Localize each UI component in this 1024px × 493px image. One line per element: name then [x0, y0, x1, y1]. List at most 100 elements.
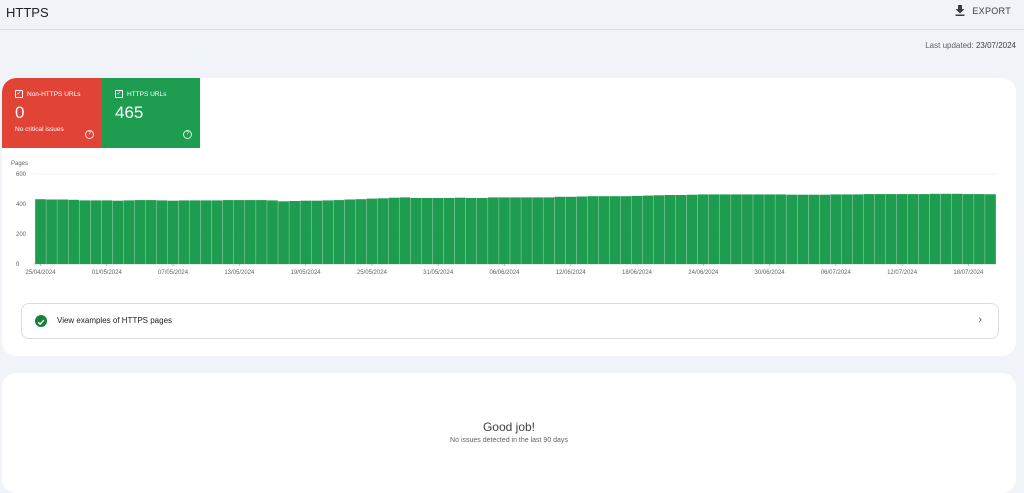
non-https-urls-label-row: ✓ Non-HTTPS URLs — [15, 90, 80, 98]
bar — [874, 194, 886, 264]
bar — [432, 198, 444, 264]
bar — [808, 194, 820, 264]
bar — [454, 197, 466, 264]
bar — [896, 194, 908, 264]
checkbox-checked-icon[interactable]: ✓ — [115, 90, 123, 98]
x-tick-label: 25/05/2024 — [357, 270, 388, 276]
bar — [355, 199, 367, 264]
bar — [366, 198, 378, 264]
x-tick-label: 30/06/2024 — [755, 270, 786, 276]
checkbox-checked-icon[interactable]: ✓ — [15, 90, 23, 98]
bar — [488, 197, 499, 264]
bar — [112, 200, 124, 264]
bar — [598, 196, 610, 264]
bar — [521, 197, 532, 264]
bar — [565, 196, 577, 264]
bar — [609, 196, 621, 264]
check-circle-icon — [35, 315, 47, 327]
bar — [245, 200, 256, 264]
y-tick-label: 400 — [16, 202, 27, 208]
x-tick-label: 12/06/2024 — [556, 270, 587, 276]
bar — [68, 199, 80, 264]
bar — [410, 198, 422, 264]
bar — [797, 194, 809, 264]
bar — [708, 194, 720, 264]
bar — [753, 194, 764, 264]
https-urls-label: HTTPS URLs — [127, 90, 167, 98]
top-bar: HTTPS EXPORT — [0, 0, 1024, 30]
bar — [465, 198, 477, 264]
x-tick-label: 18/06/2024 — [622, 270, 653, 276]
bar — [145, 200, 157, 264]
bar — [951, 193, 963, 264]
bar — [543, 197, 555, 264]
x-tick-label: 06/06/2024 — [489, 270, 520, 276]
bar — [200, 200, 212, 264]
non-https-urls-count: 0 — [15, 103, 25, 122]
non-https-urls-tile[interactable]: ✓ Non-HTTPS URLs 0 No critical issues ? — [2, 78, 102, 148]
bar — [940, 193, 952, 264]
bar — [731, 194, 742, 264]
export-button[interactable]: EXPORT — [955, 5, 1011, 16]
download-icon — [955, 5, 965, 16]
x-tick-label: 13/05/2024 — [224, 270, 255, 276]
export-label: EXPORT — [972, 5, 1011, 16]
bar — [499, 197, 510, 264]
bar — [90, 200, 102, 264]
bar — [576, 196, 588, 264]
bar — [399, 197, 411, 264]
bar — [620, 196, 632, 264]
help-icon[interactable]: ? — [85, 130, 94, 139]
x-tick-label: 12/07/2024 — [887, 270, 918, 276]
bar — [664, 195, 676, 264]
last-updated-date: 23/07/2024 — [975, 41, 1016, 50]
bar — [510, 197, 521, 264]
view-examples-row[interactable]: View examples of HTTPS pages › — [21, 303, 999, 339]
y-axis-label: Pages — [11, 161, 28, 167]
non-https-urls-status: No critical issues — [15, 126, 64, 133]
bar — [587, 196, 599, 264]
bar — [289, 201, 300, 264]
x-tick-label: 25/04/2024 — [26, 270, 57, 276]
summary-title: Good job! — [482, 420, 536, 434]
bar — [918, 194, 930, 264]
bar — [421, 198, 433, 264]
bar — [333, 200, 345, 264]
bar — [233, 200, 245, 264]
bar — [322, 200, 334, 264]
bar — [929, 193, 941, 264]
help-icon[interactable]: ? — [183, 130, 192, 139]
bar — [863, 194, 875, 264]
page-title: HTTPS — [6, 5, 49, 20]
bar — [267, 200, 278, 264]
summary-subtitle: No issues detected in the last 90 days — [450, 437, 568, 444]
bar — [101, 200, 113, 264]
bar — [686, 194, 698, 264]
x-tick-label: 31/05/2024 — [423, 270, 454, 276]
summary-card: Good job! No issues detected in the last… — [2, 373, 1016, 493]
bar — [885, 194, 897, 264]
y-tick-label: 600 — [16, 172, 27, 178]
bar — [46, 199, 57, 264]
pages-bar-chart: Pages 0 200 400 600 25/04/2024 01/05/2024 07/05… — [11, 161, 996, 276]
bar — [178, 200, 190, 264]
non-https-urls-label: Non-HTTPS URLs — [27, 90, 81, 98]
x-tick-label: 01/05/2024 — [92, 270, 123, 276]
https-urls-count: 465 — [115, 103, 144, 122]
bar — [256, 200, 267, 264]
bar — [443, 198, 455, 264]
y-tick-label: 200 — [16, 232, 27, 238]
bar — [300, 200, 311, 264]
bar — [278, 201, 289, 264]
https-urls-tile[interactable]: ✓ HTTPS URLs 465 ? — [102, 78, 200, 148]
bar — [697, 194, 709, 264]
https-report-card: ✓ Non-HTTPS URLs 0 No critical issues ? … — [2, 78, 1016, 356]
bar — [388, 197, 400, 264]
bar — [775, 194, 786, 264]
bar — [476, 198, 488, 264]
bar — [675, 195, 687, 264]
bar — [189, 200, 201, 264]
bar — [167, 200, 179, 264]
bar — [642, 195, 654, 264]
bar — [123, 200, 135, 264]
